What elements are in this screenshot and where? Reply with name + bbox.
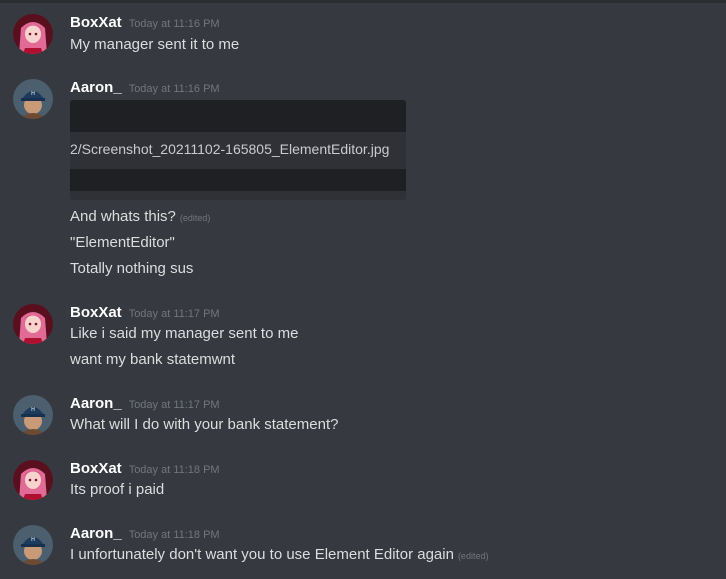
message-text: Like i said my manager sent to me (70, 325, 299, 342)
username[interactable]: BoxXat (70, 304, 122, 321)
chat-top-border (0, 0, 726, 3)
message-header: Aaron_ Today at 11:17 PM (70, 395, 220, 415)
message-text: And whats this? (edited) (70, 208, 210, 225)
svg-text:H: H (31, 537, 35, 543)
username[interactable]: Aaron_ (70, 525, 122, 542)
message-text: want my bank statemwnt (70, 351, 236, 368)
attachment-filename[interactable]: 2/Screenshot_20211102-165805_ElementEdit… (70, 141, 389, 157)
username[interactable]: BoxXat (70, 14, 122, 31)
message-text-content: I unfortunately don't want you to use El… (70, 546, 454, 563)
redacted-block (70, 100, 406, 132)
message-header: Aaron_ Today at 11:18 PM (70, 525, 220, 545)
edited-label: (edited) (179, 213, 211, 223)
message-text: Totally nothing sus (70, 260, 194, 277)
timestamp[interactable]: Today at 11:18 PM (129, 529, 220, 541)
timestamp[interactable]: Today at 11:17 PM (129, 308, 220, 320)
username[interactable]: Aaron_ (70, 395, 122, 412)
anime-girl-avatar-icon[interactable] (13, 304, 53, 344)
redacted-block (70, 169, 406, 191)
message-text-content: And whats this? (70, 208, 176, 225)
edited-label: (edited) (457, 551, 489, 561)
message-text: What will I do with your bank statement? (70, 416, 339, 433)
attachment-embed[interactable]: 2/Screenshot_20211102-165805_ElementEdit… (70, 100, 406, 200)
message-text: I unfortunately don't want you to use El… (70, 546, 488, 563)
baseball-cap-avatar-icon[interactable]: H (13, 525, 53, 565)
anime-girl-avatar-icon[interactable] (13, 460, 53, 500)
anime-girl-avatar-icon[interactable] (13, 14, 53, 54)
username[interactable]: Aaron_ (70, 79, 122, 96)
message-text: My manager sent it to me (70, 36, 240, 53)
timestamp[interactable]: Today at 11:16 PM (129, 83, 220, 95)
message-header: Aaron_ Today at 11:16 PM (70, 79, 220, 99)
baseball-cap-avatar-icon[interactable]: H (13, 79, 53, 119)
timestamp[interactable]: Today at 11:16 PM (129, 18, 220, 30)
message-header: BoxXat Today at 11:18 PM (70, 460, 220, 480)
timestamp[interactable]: Today at 11:18 PM (129, 464, 220, 476)
timestamp[interactable]: Today at 11:17 PM (129, 399, 220, 411)
message-text: Its proof i paid (70, 481, 165, 498)
baseball-cap-avatar-icon[interactable]: H (13, 395, 53, 435)
message-header: BoxXat Today at 11:17 PM (70, 304, 220, 324)
svg-text:H: H (31, 91, 35, 97)
message-text: "ElementEditor" (70, 234, 175, 251)
message-header: BoxXat Today at 11:16 PM (70, 14, 220, 34)
svg-text:H: H (31, 407, 35, 413)
username[interactable]: BoxXat (70, 460, 122, 477)
